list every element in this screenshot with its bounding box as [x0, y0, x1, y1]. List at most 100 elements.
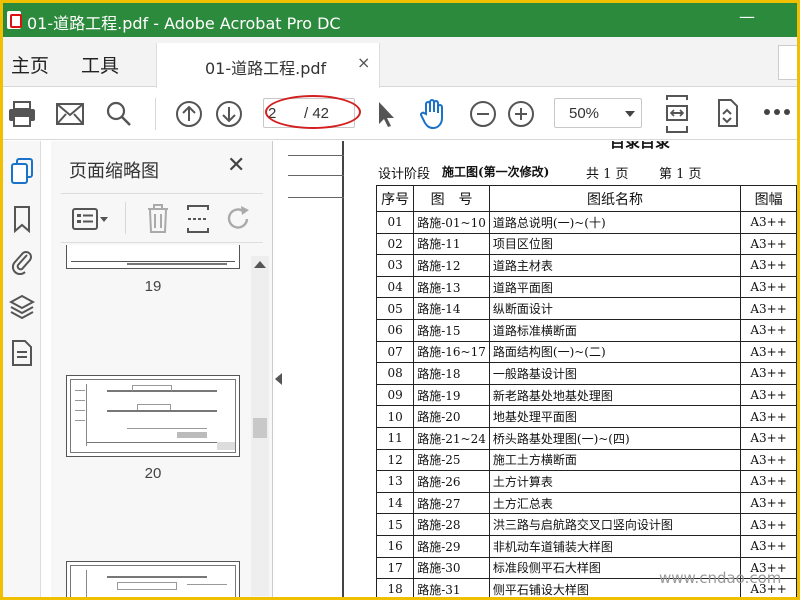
row-number: 14 — [375, 491, 415, 515]
page-thumbnail-20[interactable] — [66, 375, 240, 457]
document-properties-icon[interactable] — [9, 339, 35, 367]
document-tab-label: 01-道路工程.pdf — [205, 59, 327, 78]
left-rail — [3, 141, 41, 597]
drawing-number: 路施-25 — [413, 448, 490, 472]
table-row: 01 路施-01~10 道路总说明(一)~(十) A3++ — [375, 211, 797, 234]
sheet-size: A3++ — [740, 362, 797, 385]
page-label: 第 1 页 — [659, 167, 702, 182]
panel-title: 页面缩略图 — [69, 161, 159, 182]
sheet-size: A3++ — [740, 318, 797, 342]
print-icon[interactable] — [7, 100, 37, 128]
hand-tool-icon[interactable] — [417, 98, 447, 130]
sheet-size: A3++ — [740, 254, 797, 277]
sheet-size: A3++ — [740, 297, 797, 320]
thumbnail-tools — [61, 193, 263, 243]
row-number: 16 — [375, 534, 415, 558]
page-thumbnails-panel: 页面缩略图 ✕ 19 20 — [51, 141, 273, 597]
drawing-name: 新老路基处地基处理图 — [488, 383, 742, 407]
drawing-name: 洪三路与启航路交叉口竖向设计图 — [488, 513, 742, 536]
page-fit-icon[interactable] — [663, 94, 691, 134]
tab-home[interactable]: 主页 — [11, 51, 49, 78]
panel-separator — [125, 202, 126, 234]
zoom-in-icon[interactable] — [507, 100, 535, 128]
next-page-icon[interactable] — [215, 100, 243, 128]
drawing-name: 道路标准横断面 — [488, 318, 742, 342]
zoom-level-dropdown[interactable]: 50% — [554, 98, 642, 128]
site-watermark: www.cndao.com — [659, 569, 782, 587]
pdf-page: 目录目录 设计阶段 施工图(第一次修改) 共 1 页 第 1 页 序号 图 号 … — [352, 141, 797, 597]
column-header: 图 号 — [413, 185, 490, 212]
sheet-size: A3++ — [740, 383, 797, 407]
page-thumbnail-21[interactable] — [66, 561, 240, 597]
trash-icon[interactable] — [145, 204, 171, 234]
scroll-up-icon[interactable] — [254, 261, 266, 268]
rotate-view-icon[interactable] — [713, 98, 741, 130]
drawing-name: 道路主材表 — [488, 254, 742, 277]
close-tab-icon[interactable]: × — [357, 53, 370, 72]
thumbnail-options-icon[interactable] — [71, 206, 109, 232]
drawing-number: 路施-01~10 — [413, 211, 490, 234]
drawing-number: 路施-18 — [413, 362, 490, 385]
sheet-size: A3++ — [740, 426, 797, 450]
table-row: 16 路施-29 非机动车道铺装大样图 A3++ — [375, 534, 797, 558]
acrobat-window: 01-道路工程.pdf - Adobe Acrobat Pro DC — 主页 … — [3, 3, 797, 597]
drawing-number: 路施-13 — [413, 275, 490, 299]
drawing-number: 路施-11 — [413, 232, 490, 256]
table-row: 11 路施-21~24 桥头路基处理图(一)~(四) A3++ — [375, 426, 797, 450]
select-cursor-icon[interactable] — [375, 100, 397, 128]
row-number: 13 — [375, 470, 415, 493]
row-number: 12 — [375, 448, 415, 472]
row-number: 05 — [375, 297, 415, 320]
row-number: 03 — [375, 254, 415, 277]
sheet-size: A3++ — [740, 491, 797, 515]
drawing-name: 土方汇总表 — [488, 491, 742, 515]
row-number: 18 — [375, 578, 415, 597]
drawing-name: 道路总说明(一)~(十) — [488, 211, 742, 234]
sheet-size: A3++ — [740, 340, 797, 364]
drawing-name: 土方计算表 — [488, 470, 742, 493]
total-pages-label: 共 1 页 — [586, 167, 629, 182]
drawing-number: 路施-27 — [413, 491, 490, 515]
drawing-name: 桥头路基处理图(一)~(四) — [488, 426, 742, 450]
table-row: 02 路施-11 项目区位图 A3++ — [375, 232, 797, 256]
column-header: 图幅 — [740, 185, 797, 212]
row-number: 08 — [375, 362, 415, 385]
drawing-meta-row: 设计阶段 施工图(第一次修改) 共 1 页 第 1 页 — [374, 159, 797, 183]
page-thumbnails-icon[interactable] — [9, 157, 35, 185]
tab-document[interactable]: 01-道路工程.pdf × — [156, 43, 380, 88]
row-number: 07 — [375, 340, 415, 364]
minimize-button[interactable]: — — [735, 9, 759, 29]
drawing-number: 路施-16~17 — [413, 340, 490, 364]
row-number: 02 — [375, 232, 415, 256]
search-icon[interactable] — [105, 100, 133, 128]
drawing-number: 路施-28 — [413, 513, 490, 536]
rotate-page-icon[interactable] — [225, 204, 253, 234]
sheet-size: A3++ — [740, 448, 797, 472]
attachment-icon[interactable] — [9, 247, 35, 276]
drawing-name: 一般路基设计图 — [488, 362, 742, 385]
scrollbar-thumb[interactable] — [253, 418, 267, 438]
row-number: 11 — [375, 426, 415, 450]
toolbar-separator — [155, 98, 156, 130]
sheet-size: A3++ — [740, 275, 797, 299]
email-icon[interactable] — [55, 102, 85, 126]
sheet-size: A3++ — [740, 211, 797, 234]
toolbar: / 42 50% — [3, 88, 797, 140]
tab-tools[interactable]: 工具 — [81, 51, 119, 78]
layers-icon[interactable] — [8, 293, 36, 321]
close-panel-icon[interactable]: ✕ — [227, 153, 245, 178]
row-number: 01 — [375, 211, 415, 234]
table-row: 09 路施-19 新老路基处地基处理图 A3++ — [375, 383, 797, 407]
prev-page-icon[interactable] — [175, 100, 203, 128]
thumbnail-page-number: 20 — [144, 465, 162, 482]
insert-page-icon[interactable] — [185, 204, 211, 234]
document-view[interactable]: 目录目录 设计阶段 施工图(第一次修改) 共 1 页 第 1 页 序号 图 号 … — [288, 141, 797, 597]
design-stage-label: 设计阶段 — [378, 167, 431, 182]
collapse-panel-icon[interactable] — [275, 373, 282, 385]
zoom-out-icon[interactable] — [469, 100, 497, 128]
bookmark-icon[interactable] — [9, 205, 35, 234]
page-thumbnail-19[interactable] — [66, 245, 240, 269]
drawing-number: 路施-26 — [413, 470, 490, 493]
more-icon[interactable] — [763, 108, 791, 116]
drawing-number: 路施-29 — [413, 534, 490, 558]
